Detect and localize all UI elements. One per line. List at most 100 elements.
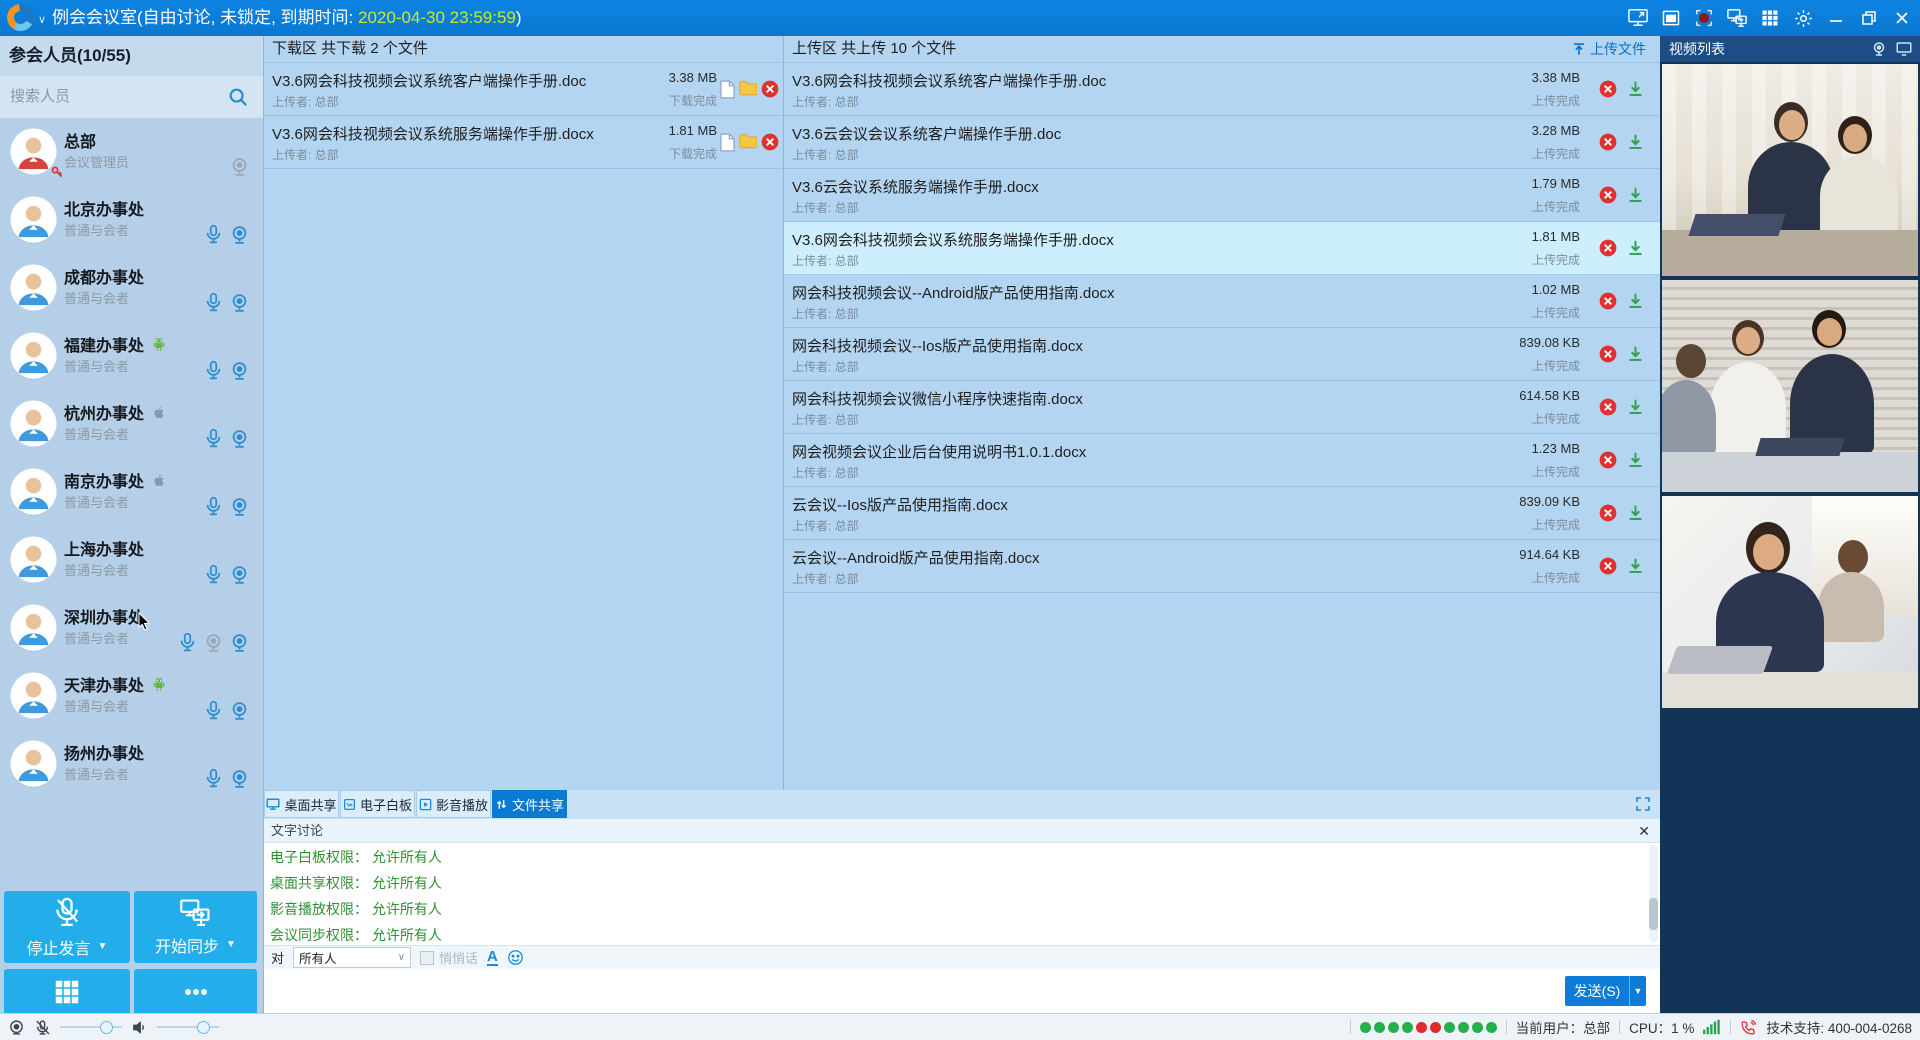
download-icon[interactable] <box>1627 80 1644 98</box>
cancel-upload-icon[interactable] <box>1599 451 1617 469</box>
cancel-upload-icon[interactable] <box>1599 292 1617 310</box>
upload-file-row[interactable]: V3.6网会科技视频会议系统服务端操作手册.docx 上传者: 总部 1.81 … <box>784 222 1660 275</box>
display-mode-icon[interactable] <box>1895 40 1913 58</box>
cancel-upload-icon[interactable] <box>1599 557 1617 575</box>
settings-icon[interactable] <box>1791 6 1815 30</box>
webcam-icon[interactable] <box>230 769 249 789</box>
emoji-button[interactable] <box>507 949 524 966</box>
whisper-option[interactable]: 悄悄话 <box>420 948 478 967</box>
download-icon[interactable] <box>1627 186 1644 204</box>
upload-file-row[interactable]: 网会科技视频会议--Android版产品使用指南.docx 上传者: 总部 1.… <box>784 275 1660 328</box>
download-icon[interactable] <box>1627 239 1644 257</box>
upload-file-row[interactable]: V3.6云会议系统服务端操作手册.docx 上传者: 总部 1.79 MB 上传… <box>784 169 1660 222</box>
message-input-area[interactable] <box>264 969 1660 1013</box>
close-button[interactable] <box>1890 6 1914 30</box>
webcam-icon[interactable] <box>230 497 249 517</box>
search-icon[interactable] <box>227 86 249 108</box>
mic-icon[interactable] <box>204 700 223 721</box>
participant-row[interactable]: 北京办事处普通与会者 <box>0 186 263 254</box>
download-file-row[interactable]: V3.6网会科技视频会议系统服务端操作手册.docx 上传者: 总部 1.81 … <box>264 116 783 169</box>
screen-sync-icon[interactable] <box>1725 6 1749 30</box>
record-icon[interactable] <box>1692 6 1716 30</box>
mic-icon[interactable] <box>204 360 223 381</box>
mic-icon[interactable] <box>204 292 223 313</box>
tab-media-play[interactable]: 影音播放 <box>416 790 491 818</box>
delete-icon[interactable] <box>761 133 779 152</box>
speaker-volume-slider[interactable] <box>157 1026 219 1028</box>
webcam-disabled-icon[interactable] <box>204 633 223 653</box>
delete-icon[interactable] <box>761 80 779 99</box>
stop-speaking-button[interactable]: 停止发言▼ <box>4 891 130 963</box>
mic-icon[interactable] <box>204 768 223 789</box>
mic-icon[interactable] <box>204 224 223 245</box>
upload-file-row[interactable]: V3.6云会议会议系统客户端操作手册.doc 上传者: 总部 3.28 MB 上… <box>784 116 1660 169</box>
cancel-upload-icon[interactable] <box>1599 80 1617 98</box>
participant-row[interactable]: 南京办事处普通与会者 <box>0 458 263 526</box>
download-icon[interactable] <box>1627 133 1644 151</box>
expand-icon[interactable] <box>1635 796 1651 812</box>
scrollbar-thumb[interactable] <box>1649 898 1658 930</box>
extend-monitor-icon[interactable] <box>1626 6 1650 30</box>
upload-file-row[interactable]: 网会科技视频会议微信小程序快速指南.docx 上传者: 总部 614.58 KB… <box>784 381 1660 434</box>
webcam-icon[interactable] <box>230 293 249 313</box>
download-icon[interactable] <box>1627 451 1644 469</box>
grid-layout-icon[interactable] <box>1758 6 1782 30</box>
open-folder-icon[interactable] <box>739 133 757 152</box>
video-thumbnail[interactable] <box>1662 64 1918 276</box>
upload-file-row[interactable]: 网会科技视频会议--Ios版产品使用指南.docx 上传者: 总部 839.08… <box>784 328 1660 381</box>
whisper-checkbox[interactable] <box>420 951 434 965</box>
chevron-down-icon[interactable]: ▼ <box>226 939 236 950</box>
webcam-icon[interactable] <box>230 633 249 653</box>
open-file-icon[interactable] <box>720 80 735 99</box>
mic-icon[interactable] <box>204 564 223 585</box>
download-icon[interactable] <box>1627 398 1644 416</box>
upload-file-row[interactable]: 云会议--Android版产品使用指南.docx 上传者: 总部 914.64 … <box>784 540 1660 593</box>
participant-row[interactable]: 总部会议管理员 <box>0 118 263 186</box>
webcam-status-icon[interactable] <box>8 1019 25 1036</box>
tab-file-share[interactable]: 文件共享 <box>492 790 567 818</box>
cancel-upload-icon[interactable] <box>1599 239 1617 257</box>
cancel-upload-icon[interactable] <box>1599 504 1617 522</box>
mic-muted-icon[interactable] <box>34 1019 51 1036</box>
font-style-button[interactable]: A <box>487 950 498 966</box>
cancel-upload-icon[interactable] <box>1599 133 1617 151</box>
participant-row[interactable]: 成都办事处普通与会者 <box>0 254 263 322</box>
send-options-arrow[interactable]: ▼ <box>1629 976 1646 1006</box>
webcam-disabled-icon[interactable] <box>230 157 249 177</box>
cancel-upload-icon[interactable] <box>1599 186 1617 204</box>
send-button[interactable]: 发送(S) ▼ <box>1565 976 1646 1006</box>
upload-file-row[interactable]: 云会议--Ios版产品使用指南.docx 上传者: 总部 839.09 KB 上… <box>784 487 1660 540</box>
webcam-icon[interactable] <box>230 225 249 245</box>
download-icon[interactable] <box>1627 557 1644 575</box>
webcam-icon[interactable] <box>230 565 249 585</box>
tab-desktop-share[interactable]: 桌面共享 <box>264 790 339 818</box>
mic-icon[interactable] <box>204 428 223 449</box>
chevron-down-icon[interactable]: ▼ <box>98 941 108 952</box>
window-mode-icon[interactable] <box>1659 6 1683 30</box>
webcam-icon[interactable] <box>230 701 249 721</box>
close-icon[interactable]: ✕ <box>1638 819 1650 843</box>
download-icon[interactable] <box>1627 345 1644 363</box>
speaker-icon[interactable] <box>131 1019 148 1036</box>
participant-row[interactable]: 杭州办事处普通与会者 <box>0 390 263 458</box>
participant-row[interactable]: 深圳办事处普通与会者 <box>0 594 263 662</box>
upload-file-row[interactable]: 网会视频会议企业后台使用说明书1.0.1.docx 上传者: 总部 1.23 M… <box>784 434 1660 487</box>
download-icon[interactable] <box>1627 292 1644 310</box>
participant-row[interactable]: 扬州办事处普通与会者 <box>0 730 263 798</box>
upload-file-row[interactable]: V3.6网会科技视频会议系统客户端操作手册.doc 上传者: 总部 3.38 M… <box>784 63 1660 116</box>
cancel-upload-icon[interactable] <box>1599 398 1617 416</box>
webcam-icon[interactable] <box>230 429 249 449</box>
open-folder-icon[interactable] <box>739 80 757 99</box>
restore-button[interactable] <box>1857 6 1881 30</box>
recipient-select[interactable]: 所有人∨ <box>293 947 411 968</box>
participant-row[interactable]: 天津办事处普通与会者 <box>0 662 263 730</box>
open-file-icon[interactable] <box>720 133 735 152</box>
video-thumbnail[interactable] <box>1662 280 1918 492</box>
camera-icon[interactable] <box>1870 40 1888 58</box>
mic-volume-slider[interactable] <box>60 1026 122 1028</box>
chevron-down-icon[interactable]: ∨ <box>38 13 46 26</box>
cancel-upload-icon[interactable] <box>1599 345 1617 363</box>
minimize-button[interactable] <box>1824 6 1848 30</box>
video-thumbnail[interactable] <box>1662 496 1918 708</box>
tab-whiteboard[interactable]: 电子白板 <box>340 790 415 818</box>
